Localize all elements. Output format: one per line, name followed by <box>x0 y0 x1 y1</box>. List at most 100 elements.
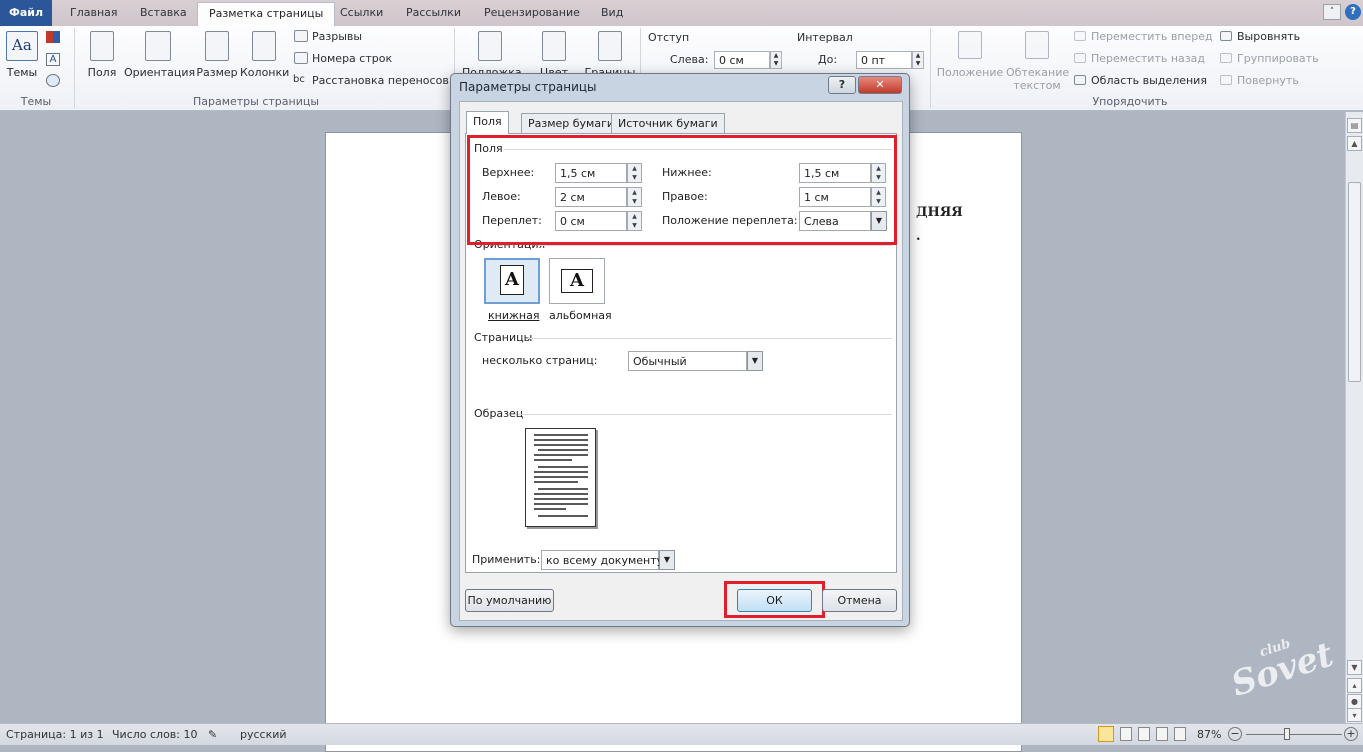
tab-paper-size[interactable]: Размер бумаги <box>521 113 622 133</box>
section-divider <box>528 338 892 339</box>
margins-button-label[interactable]: Поля <box>84 66 120 79</box>
spacing-before-label: До: <box>818 53 838 66</box>
vertical-scrollbar[interactable]: ▤ ▲ ▼ ▴ ● ▾ <box>1345 112 1363 723</box>
bring-forward-icon <box>1074 31 1086 41</box>
full-screen-reading-icon[interactable] <box>1120 727 1132 741</box>
ribbon-tab-bar: Файл Главная Вставка Разметка страницы С… <box>0 0 1363 27</box>
scroll-down-icon[interactable]: ▼ <box>1347 660 1362 675</box>
tab-references[interactable]: Ссылки <box>340 6 383 19</box>
zoom-level[interactable]: 87% <box>1197 728 1221 741</box>
portrait-icon: A <box>500 265 524 295</box>
help-icon[interactable]: ? <box>1345 4 1361 20</box>
size-button-label[interactable]: Размер <box>195 66 239 79</box>
theme-colors-icon[interactable] <box>46 31 60 43</box>
outline-view-icon[interactable] <box>1156 727 1168 741</box>
indent-left-spinner[interactable]: ▲ ▼ <box>770 51 782 69</box>
selection-pane-button[interactable]: Область выделения <box>1091 74 1207 87</box>
columns-icon[interactable] <box>252 31 276 61</box>
columns-button-label[interactable]: Колонки <box>240 66 289 79</box>
text-wrap-label-1[interactable]: Обтекание <box>1006 66 1069 79</box>
multiple-pages-dropdown-icon[interactable]: ▼ <box>747 351 763 371</box>
apply-to-select[interactable]: ко всему документу <box>541 550 663 570</box>
dialog-close-button[interactable]: ✕ <box>858 76 902 94</box>
ruler-toggle-icon[interactable]: ▤ <box>1347 118 1362 133</box>
theme-effects-icon[interactable] <box>46 74 60 87</box>
landscape-option[interactable]: A <box>549 258 605 304</box>
tab-review[interactable]: Рецензирование <box>484 6 580 19</box>
dialog-help-button[interactable]: ? <box>828 76 856 94</box>
text-wrap-icon <box>1025 31 1049 59</box>
document-text-line-2: . <box>916 229 921 244</box>
preview-lines <box>534 434 588 517</box>
margins-icon[interactable] <box>90 31 114 61</box>
spacing-before-input[interactable]: 0 пт <box>856 51 912 69</box>
dialog-body: Поля Размер бумаги Источник бумаги Поля … <box>459 101 903 621</box>
group-button[interactable]: Группировать <box>1237 52 1319 65</box>
zoom-slider-thumb[interactable] <box>1284 728 1290 740</box>
line-numbers-button[interactable]: Номера строк <box>312 52 392 65</box>
send-backward-button[interactable]: Переместить назад <box>1091 52 1205 65</box>
browse-object-icon[interactable]: ● <box>1347 694 1362 709</box>
text-wrap-label-2[interactable]: текстом <box>1006 79 1068 92</box>
page-color-icon[interactable] <box>542 31 566 61</box>
portrait-label[interactable]: книжная <box>488 309 539 322</box>
themes-button-label[interactable]: Темы <box>6 66 38 79</box>
tab-insert[interactable]: Вставка <box>140 6 187 19</box>
orientation-icon[interactable] <box>145 31 171 61</box>
minimize-ribbon-button[interactable]: ˄ <box>1323 4 1341 20</box>
status-page[interactable]: Страница: 1 из 1 <box>6 728 104 741</box>
line-numbers-icon <box>294 52 308 64</box>
zoom-slider[interactable] <box>1246 734 1342 735</box>
page-borders-icon[interactable] <box>598 31 622 61</box>
tab-paper-source[interactable]: Источник бумаги <box>611 113 725 133</box>
apply-to-dropdown-icon[interactable]: ▼ <box>659 550 675 570</box>
position-button-label[interactable]: Положение <box>936 66 1004 79</box>
draft-view-icon[interactable] <box>1174 727 1186 741</box>
indent-left-label: Слева: <box>670 53 709 66</box>
ok-button[interactable]: ОК <box>737 589 812 612</box>
tab-margins[interactable]: Поля <box>466 111 509 134</box>
zoom-in-icon[interactable]: + <box>1344 727 1358 741</box>
section-divider <box>538 245 892 246</box>
hyphenation-button[interactable]: Расстановка переносов <box>312 74 449 87</box>
tab-home[interactable]: Главная <box>70 6 118 19</box>
page-setup-dialog: Параметры страницы ? ✕ Поля Размер бумаг… <box>450 73 910 627</box>
landscape-icon: A <box>561 269 593 293</box>
cancel-button[interactable]: Отмена <box>822 589 897 612</box>
web-layout-icon[interactable] <box>1138 727 1150 741</box>
bring-forward-button[interactable]: Переместить вперед <box>1091 30 1213 43</box>
orientation-button-label[interactable]: Ориентация <box>124 66 195 79</box>
indent-left-input[interactable]: 0 см <box>714 51 770 69</box>
themes-icon[interactable]: Aa <box>6 31 38 61</box>
position-icon <box>958 31 982 59</box>
arrange-group-label: Упорядочить <box>1092 95 1168 108</box>
theme-fonts-icon[interactable]: A <box>46 53 60 66</box>
multiple-pages-select[interactable]: Обычный <box>628 351 747 371</box>
previous-page-icon[interactable]: ▴ <box>1347 678 1362 693</box>
align-button[interactable]: Выровнять <box>1237 30 1300 43</box>
set-as-default-button[interactable]: По умолчанию <box>465 589 554 612</box>
breaks-button[interactable]: Разрывы <box>312 30 362 43</box>
status-language[interactable]: русский <box>240 728 287 741</box>
rotate-button[interactable]: Повернуть <box>1237 74 1299 87</box>
print-layout-view-icon[interactable] <box>1098 726 1114 742</box>
tab-view[interactable]: Вид <box>601 6 623 19</box>
scroll-up-icon[interactable]: ▲ <box>1347 136 1362 151</box>
tab-page-layout[interactable]: Разметка страницы <box>197 2 336 27</box>
zoom-out-icon[interactable]: − <box>1228 727 1242 741</box>
landscape-label[interactable]: альбомная <box>549 309 612 322</box>
status-bar: Страница: 1 из 1 Число слов: 10 ✎ русски… <box>0 723 1363 745</box>
pages-section-title: Страницы <box>474 331 533 344</box>
proofing-icon[interactable]: ✎ <box>208 728 217 741</box>
status-word-count[interactable]: Число слов: 10 <box>112 728 198 741</box>
hyphenation-icon: bc <box>293 74 305 85</box>
portrait-option[interactable]: A <box>484 258 540 304</box>
size-icon[interactable] <box>205 31 229 61</box>
tab-mailings[interactable]: Рассылки <box>406 6 461 19</box>
scrollbar-thumb[interactable] <box>1348 182 1361 382</box>
spacing-before-spinner[interactable]: ▲ ▼ <box>912 51 924 69</box>
next-page-icon[interactable]: ▾ <box>1347 708 1362 722</box>
tab-file[interactable]: Файл <box>0 0 52 26</box>
ribbon-divider <box>74 28 75 108</box>
watermark-icon[interactable] <box>478 31 502 61</box>
